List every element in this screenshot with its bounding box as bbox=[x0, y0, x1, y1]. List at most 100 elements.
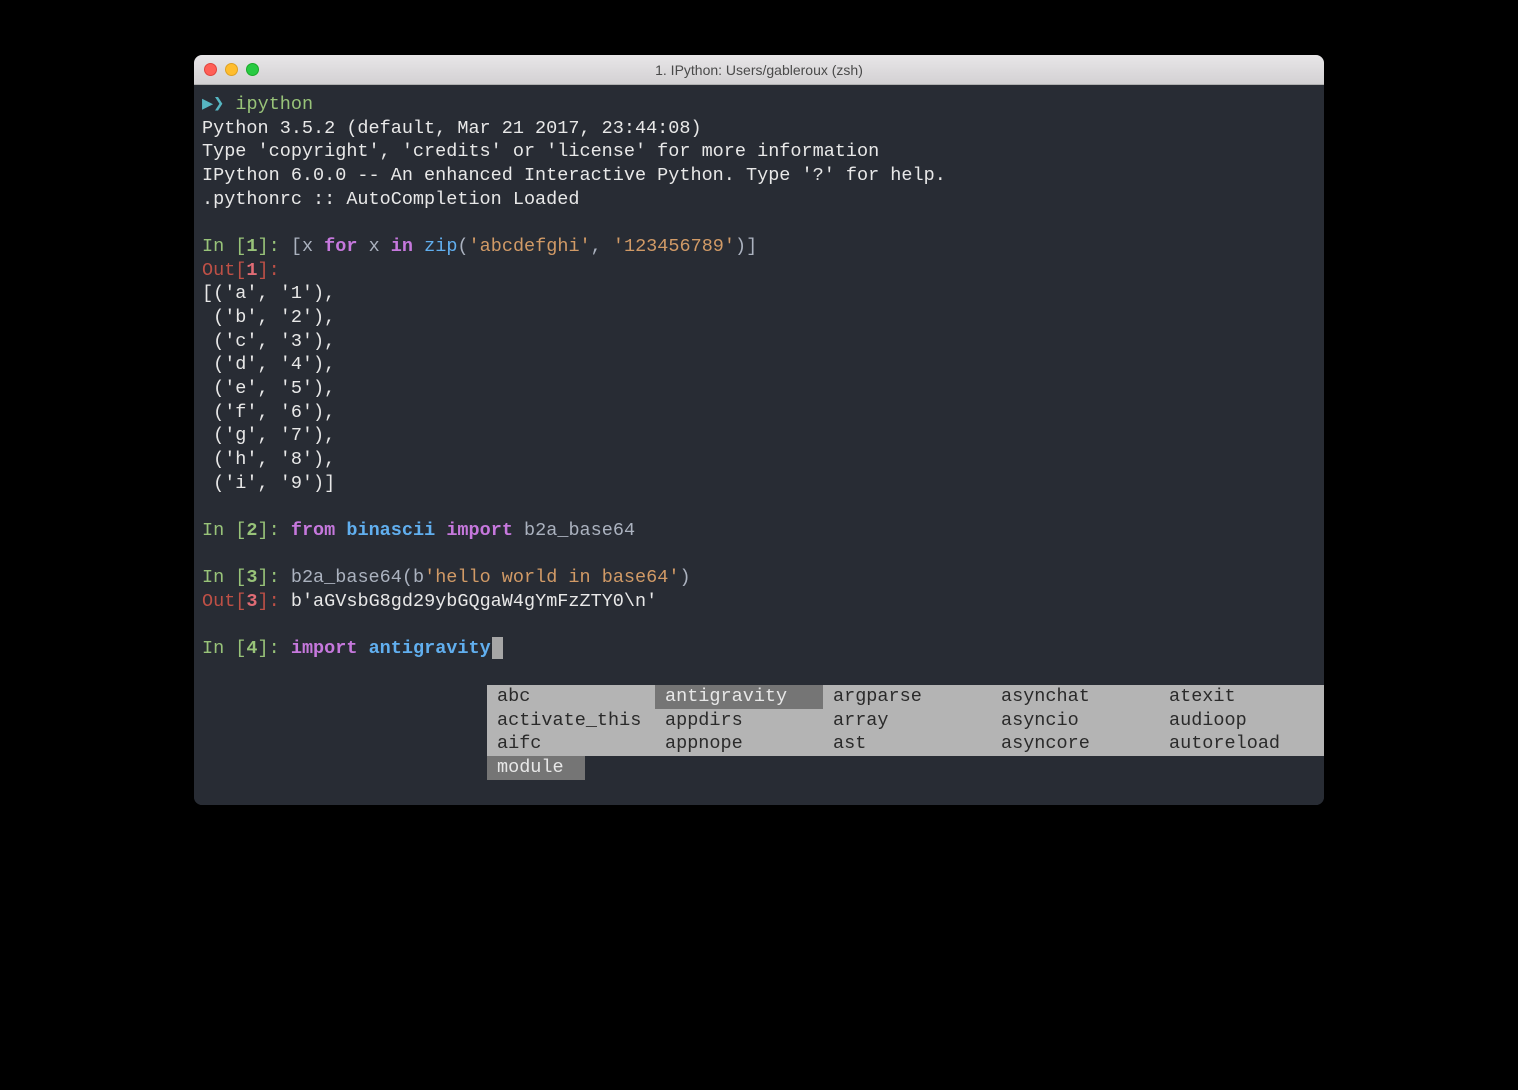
completion-item[interactable]: asyncore bbox=[991, 732, 1159, 756]
input-cell-4: In [4]: import antigravity bbox=[202, 637, 1316, 661]
output-line: ('i', '9')] bbox=[202, 472, 1316, 496]
blank-line bbox=[202, 211, 1316, 235]
kw-for: for bbox=[324, 236, 357, 257]
output-line: ('c', '3'), bbox=[202, 330, 1316, 354]
fn-zip: zip bbox=[424, 236, 457, 257]
completion-item[interactable]: appdirs bbox=[655, 709, 823, 733]
in-suffix: ]: bbox=[258, 520, 291, 541]
titlebar[interactable]: 1. IPython: Users/gableroux (zsh) bbox=[194, 55, 1324, 85]
maximize-icon[interactable] bbox=[246, 63, 259, 76]
in-label: In [ bbox=[202, 567, 246, 588]
sp bbox=[435, 520, 446, 541]
close-icon[interactable] bbox=[204, 63, 217, 76]
completion-row: abc antigravity argparse asynchat atexit bbox=[487, 685, 1324, 709]
code: , bbox=[591, 236, 613, 257]
module-name: binascii bbox=[346, 520, 435, 541]
completion-item[interactable]: asyncio bbox=[991, 709, 1159, 733]
in-suffix: ]: bbox=[258, 567, 291, 588]
blank-line bbox=[202, 614, 1316, 638]
minimize-icon[interactable] bbox=[225, 63, 238, 76]
code: ) bbox=[679, 567, 690, 588]
output-line: ('g', '7'), bbox=[202, 424, 1316, 448]
shell-command: ipython bbox=[235, 94, 313, 115]
in-suffix: ]: bbox=[258, 638, 291, 659]
in-num: 3 bbox=[246, 567, 257, 588]
in-label: In [ bbox=[202, 236, 246, 257]
output-line: ('d', '4'), bbox=[202, 353, 1316, 377]
out-num: 1 bbox=[246, 260, 257, 281]
completion-item[interactable]: appnope bbox=[655, 732, 823, 756]
code: x bbox=[357, 236, 390, 257]
prompt-chevrons: ▶❯ bbox=[202, 94, 235, 115]
module-name: antigravity bbox=[369, 638, 491, 659]
output-value: 'aGVsbG8gd29ybGQgaW4gYmFzZTY0\n' bbox=[302, 591, 657, 612]
cursor-icon bbox=[492, 637, 503, 659]
completion-row: activate_this appdirs array asyncio audi… bbox=[487, 709, 1324, 733]
input-cell-3: In [3]: b2a_base64(b'hello world in base… bbox=[202, 566, 1316, 590]
code bbox=[413, 236, 424, 257]
out-suffix: ]: bbox=[258, 591, 291, 612]
import-name: b2a_base64 bbox=[524, 520, 635, 541]
completion-item[interactable]: activate_this bbox=[487, 709, 655, 733]
blank-line bbox=[202, 543, 1316, 567]
completion-row: aifc appnope ast asyncore autoreload bbox=[487, 732, 1324, 756]
sp bbox=[513, 520, 524, 541]
out-num: 3 bbox=[246, 591, 257, 612]
in-label: In [ bbox=[202, 520, 246, 541]
output-cell-3: Out[3]: b'aGVsbG8gd29ybGQgaW4gYmFzZTY0\n… bbox=[202, 590, 1316, 614]
code: )] bbox=[735, 236, 757, 257]
banner-line: .pythonrc :: AutoCompletion Loaded bbox=[202, 188, 1316, 212]
terminal-body[interactable]: ▶❯ ipython Python 3.5.2 (default, Mar 21… bbox=[194, 85, 1324, 805]
kw-import: import bbox=[291, 638, 358, 659]
completion-item[interactable]: autoreload bbox=[1159, 732, 1324, 756]
code-open: [x bbox=[291, 236, 324, 257]
output-line: [('a', '1'), bbox=[202, 282, 1316, 306]
banner-line: Python 3.5.2 (default, Mar 21 2017, 23:4… bbox=[202, 117, 1316, 141]
completion-item[interactable]: audioop bbox=[1159, 709, 1324, 733]
completion-item[interactable]: ast bbox=[823, 732, 991, 756]
completion-item[interactable]: argparse bbox=[823, 685, 991, 709]
in-num: 2 bbox=[246, 520, 257, 541]
blank-line bbox=[202, 495, 1316, 519]
out-suffix: ]: bbox=[258, 260, 280, 281]
input-cell-1: In [1]: [x for x in zip('abcdefghi', '12… bbox=[202, 235, 1316, 259]
in-suffix: ]: bbox=[258, 236, 291, 257]
output-line: ('h', '8'), bbox=[202, 448, 1316, 472]
string-literal: '123456789' bbox=[613, 236, 735, 257]
kw-from: from bbox=[291, 520, 335, 541]
completion-type-row: module bbox=[487, 756, 1324, 780]
in-num: 1 bbox=[246, 236, 257, 257]
sp bbox=[357, 638, 368, 659]
output-line: ('f', '6'), bbox=[202, 401, 1316, 425]
bytes-prefix: b bbox=[291, 591, 302, 612]
code: ( bbox=[402, 567, 413, 588]
out-label: Out[ bbox=[202, 591, 246, 612]
banner-line: IPython 6.0.0 -- An enhanced Interactive… bbox=[202, 164, 1316, 188]
out-label: Out[ bbox=[202, 260, 246, 281]
input-cell-2: In [2]: from binascii import b2a_base64 bbox=[202, 519, 1316, 543]
fn-call: b2a_base64 bbox=[291, 567, 402, 588]
string-literal: 'abcdefghi' bbox=[469, 236, 591, 257]
terminal-window: 1. IPython: Users/gableroux (zsh) ▶❯ ipy… bbox=[194, 55, 1324, 805]
kw-in: in bbox=[391, 236, 413, 257]
sp bbox=[335, 520, 346, 541]
output-line: ('e', '5'), bbox=[202, 377, 1316, 401]
completion-popup: abc antigravity argparse asynchat atexit… bbox=[487, 685, 1324, 780]
completion-item-selected[interactable]: antigravity bbox=[655, 685, 823, 709]
completion-item[interactable]: aifc bbox=[487, 732, 655, 756]
in-num: 4 bbox=[246, 638, 257, 659]
bytes-prefix: b bbox=[413, 567, 424, 588]
window-title: 1. IPython: Users/gableroux (zsh) bbox=[204, 62, 1314, 78]
completion-item[interactable]: atexit bbox=[1159, 685, 1324, 709]
completion-item[interactable]: array bbox=[823, 709, 991, 733]
shell-prompt-line: ▶❯ ipython bbox=[202, 93, 1316, 117]
traffic-lights bbox=[204, 63, 259, 76]
in-label: In [ bbox=[202, 638, 246, 659]
completion-type-label: module bbox=[487, 756, 585, 780]
completion-item[interactable]: asynchat bbox=[991, 685, 1159, 709]
code: ( bbox=[457, 236, 468, 257]
kw-import: import bbox=[446, 520, 513, 541]
completion-item[interactable]: abc bbox=[487, 685, 655, 709]
output-label-1: Out[1]: bbox=[202, 259, 1316, 283]
output-line: ('b', '2'), bbox=[202, 306, 1316, 330]
